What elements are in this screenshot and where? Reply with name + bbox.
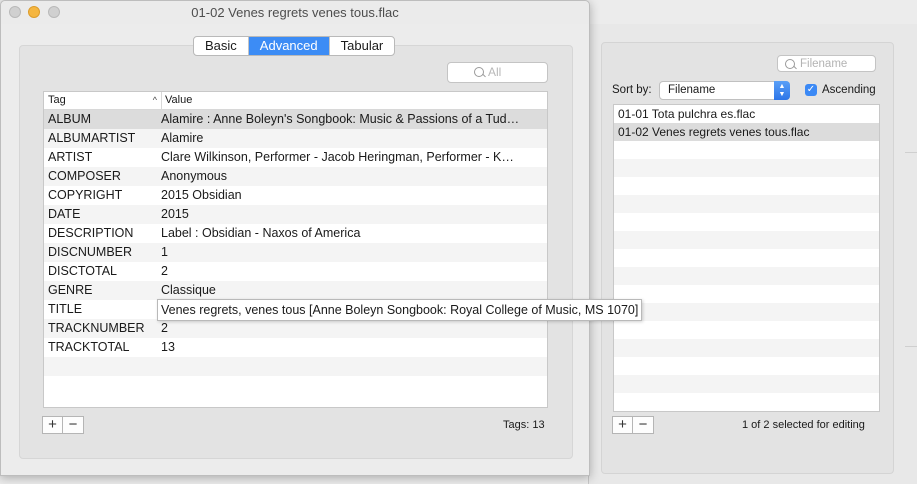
value-cell[interactable]: 2015 <box>161 205 546 224</box>
file-list[interactable]: 01-01 Tota pulchra es.flac 01-02 Venes re… <box>613 104 880 412</box>
tag-cell: TRACKTOTAL <box>48 340 130 354</box>
table-row[interactable]: DISCTOTAL 2 <box>44 262 547 281</box>
table-row[interactable]: DESCRIPTION Label : Obsidian - Naxos of A… <box>44 224 547 243</box>
empty-row <box>614 159 879 177</box>
value-cell[interactable]: 1 <box>161 243 546 262</box>
column-header-value-label: Value <box>165 94 193 106</box>
search-icon <box>785 59 795 69</box>
table-header: Tag ^ Value <box>44 92 547 110</box>
table-row[interactable]: TRACKTOTAL 13 <box>44 338 547 357</box>
remove-tag-button[interactable]: − <box>63 416 84 434</box>
column-header-value[interactable]: Value <box>162 92 192 109</box>
column-header-tag[interactable]: Tag ^ <box>44 92 162 109</box>
column-header-tag-label: Tag <box>48 94 66 106</box>
empty-row <box>614 285 879 303</box>
empty-row <box>614 213 879 231</box>
tag-cell: ARTIST <box>48 150 93 164</box>
view-mode-tabs: Basic Advanced Tabular <box>193 36 396 56</box>
tab-basic[interactable]: Basic <box>194 37 249 55</box>
tag-table[interactable]: Tag ^ Value ALBUM Alamire : Anne Boleyn's… <box>43 91 548 408</box>
divider <box>905 346 917 347</box>
sort-by-label: Sort by: <box>612 84 652 96</box>
sort-ascending-icon: ^ <box>152 95 157 105</box>
tag-cell: COMPOSER <box>48 169 121 183</box>
table-row[interactable]: ARTIST Clare Wilkinson, Performer - Jacob… <box>44 148 547 167</box>
tag-cell: TITLE <box>48 302 83 316</box>
file-list-buttons: + − <box>612 416 654 434</box>
value-cell[interactable]: 2 <box>161 262 546 281</box>
tag-cell: TRACKNUMBER <box>48 321 145 335</box>
empty-row <box>614 339 879 357</box>
value-cell[interactable]: Classique <box>161 281 546 300</box>
filename-search-placeholder: Filename <box>800 58 848 70</box>
value-cell[interactable]: Alamire <box>161 129 546 148</box>
tag-buttons: + − <box>42 416 84 434</box>
filename-search-field[interactable]: Filename <box>777 55 876 72</box>
value-cell[interactable]: Clare Wilkinson, Performer - Jacob Herin… <box>161 148 546 167</box>
tag-editor-window: 01-02 Venes regrets venes tous.flac Basi… <box>0 0 643 476</box>
empty-row <box>614 375 879 393</box>
add-file-button[interactable]: + <box>612 416 633 434</box>
tag-search-field[interactable]: All <box>447 62 548 83</box>
zoom-window-button[interactable] <box>48 6 60 18</box>
ascending-label: Ascending <box>822 84 876 96</box>
divider <box>905 152 917 153</box>
tab-tabular[interactable]: Tabular <box>330 37 395 55</box>
window-title: 01-02 Venes regrets venes tous.flac <box>191 5 399 20</box>
empty-row <box>614 177 879 195</box>
value-cell[interactable]: 2 <box>161 319 546 338</box>
empty-row <box>44 357 547 376</box>
empty-row <box>614 393 879 411</box>
tag-cell: ALBUMARTIST <box>48 131 136 145</box>
file-list-item[interactable]: 01-01 Tota pulchra es.flac <box>614 105 879 123</box>
value-tooltip: Venes regrets, venes tous [Anne Boleyn S… <box>157 299 643 321</box>
table-row[interactable]: GENRE Classique <box>44 281 547 300</box>
value-cell[interactable]: Anonymous <box>161 167 546 186</box>
file-browser-window: Filename Sort by: Filename ▲ ▼ ✓ Ascendin… <box>588 24 917 484</box>
empty-row <box>614 267 879 285</box>
tag-cell: DATE <box>48 207 81 221</box>
sort-by-value: Filename <box>668 84 716 96</box>
table-row[interactable]: ALBUM Alamire : Anne Boleyn's Songbook: M… <box>44 110 547 129</box>
remove-file-button[interactable]: − <box>633 416 654 434</box>
value-cell[interactable]: Label : Obsidian - Naxos of America <box>161 224 546 243</box>
empty-row <box>614 357 879 375</box>
table-row[interactable]: COMPOSER Anonymous <box>44 167 547 186</box>
table-row[interactable]: DISCNUMBER 1 <box>44 243 547 262</box>
empty-row <box>614 249 879 267</box>
tag-cell: DISCTOTAL <box>48 264 117 278</box>
table-row[interactable]: DATE 2015 <box>44 205 547 224</box>
title-bar[interactable]: 01-02 Venes regrets venes tous.flac <box>1 1 589 24</box>
table-row[interactable]: ALBUMARTIST Alamire <box>44 129 547 148</box>
table-row[interactable]: TRACKNUMBER 2 <box>44 319 547 338</box>
add-tag-button[interactable]: + <box>42 416 63 434</box>
table-body: ALBUM Alamire : Anne Boleyn's Songbook: M… <box>44 110 547 395</box>
close-window-button[interactable] <box>9 6 21 18</box>
value-cell[interactable]: Alamire : Anne Boleyn's Songbook: Music … <box>161 110 546 129</box>
value-cell[interactable]: 13 <box>161 338 546 357</box>
tag-cell: COPYRIGHT <box>48 188 123 202</box>
sort-by-select[interactable]: Filename ▲ ▼ <box>659 81 790 100</box>
minimize-window-button[interactable] <box>28 6 40 18</box>
tag-search-placeholder: All <box>488 65 502 79</box>
tag-cell: GENRE <box>48 283 93 297</box>
empty-row <box>614 141 879 159</box>
empty-row <box>614 321 879 339</box>
empty-row <box>44 376 547 395</box>
empty-row <box>614 303 879 321</box>
table-row[interactable]: COPYRIGHT 2015 Obsidian <box>44 186 547 205</box>
tags-count: Tags: 13 <box>503 419 545 431</box>
empty-row <box>614 231 879 249</box>
value-cell[interactable]: 2015 Obsidian <box>161 186 546 205</box>
search-icon <box>474 67 484 77</box>
ascending-checkbox[interactable]: ✓ <box>805 84 817 96</box>
selection-status: 1 of 2 selected for editing <box>742 419 865 431</box>
tag-cell: ALBUM <box>48 112 92 126</box>
tag-cell: DESCRIPTION <box>48 226 134 240</box>
empty-row <box>614 195 879 213</box>
chevron-updown-icon: ▲ ▼ <box>774 81 790 100</box>
tag-cell: DISCNUMBER <box>48 245 133 259</box>
tab-advanced[interactable]: Advanced <box>248 37 330 55</box>
file-list-item[interactable]: 01-02 Venes regrets venes tous.flac <box>614 123 879 141</box>
